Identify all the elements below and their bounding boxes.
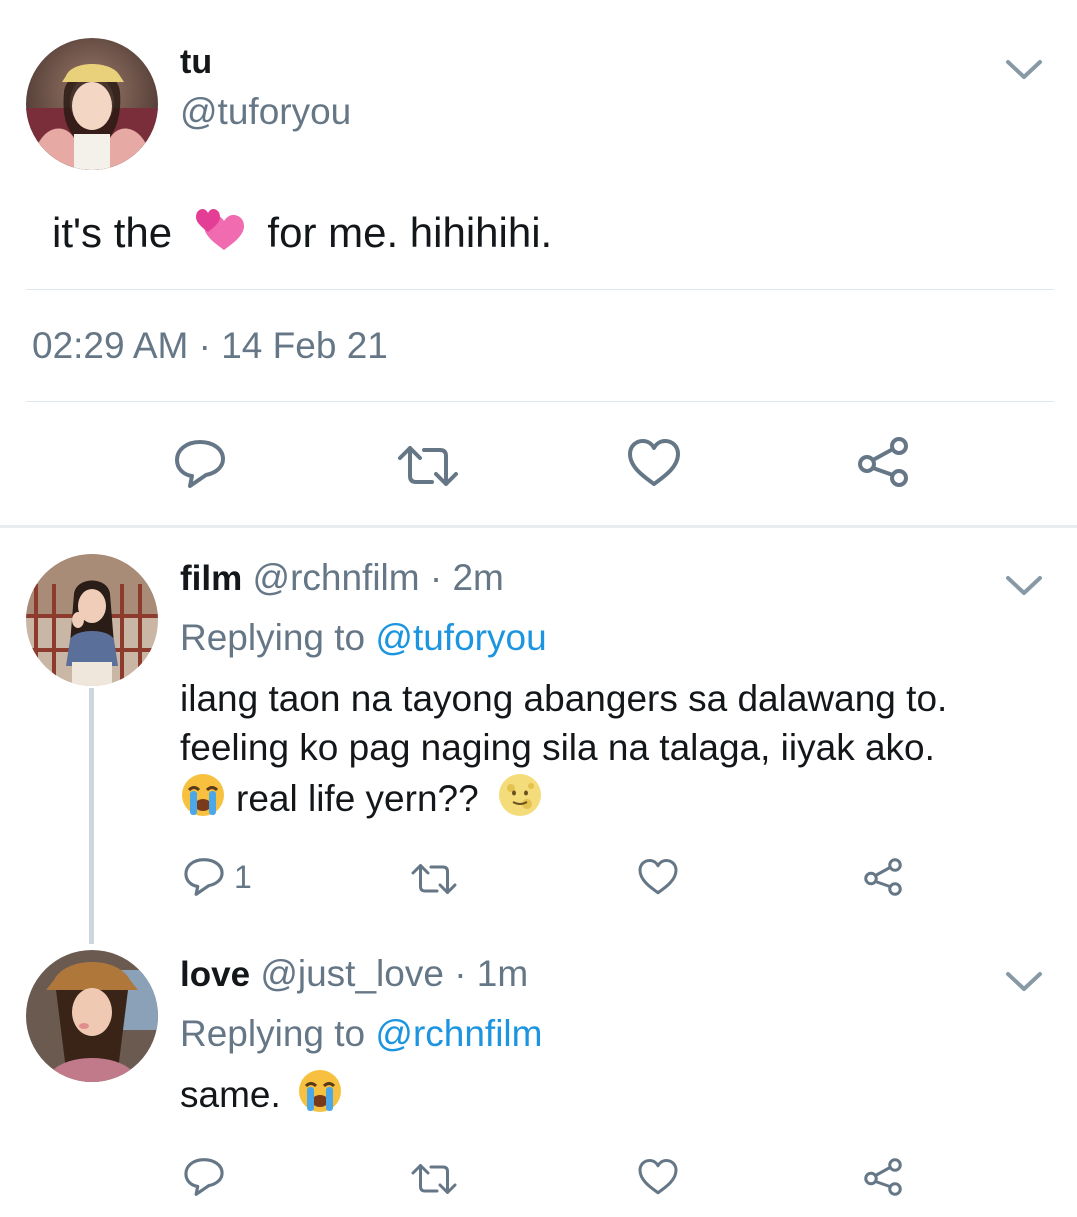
thread-line xyxy=(89,688,94,944)
reply-header: film @rchnfilm · 2m xyxy=(180,556,504,601)
crying-face-icon xyxy=(180,772,226,830)
retweet-button[interactable] xyxy=(410,862,458,896)
tweet-text-start: it's the xyxy=(52,209,173,257)
avatar[interactable] xyxy=(26,38,158,170)
chevron-down-icon xyxy=(1004,574,1044,598)
share-icon xyxy=(862,857,904,897)
date: 14 Feb 21 xyxy=(221,325,388,366)
reply-text: same. xyxy=(180,1068,343,1126)
reply-button[interactable] xyxy=(182,1156,226,1198)
reply-tweet: film @rchnfilm · 2m Replying to @tuforyo… xyxy=(0,528,1077,944)
full-moon-face-icon xyxy=(497,772,543,830)
share-button[interactable] xyxy=(862,857,904,897)
separator: · xyxy=(198,325,211,366)
more-options-button[interactable] xyxy=(1004,970,1044,994)
replying-prefix: Replying to xyxy=(180,1013,366,1054)
share-icon xyxy=(862,1157,904,1197)
chevron-down-icon xyxy=(1004,58,1044,82)
display-name[interactable]: love xyxy=(180,955,250,994)
heart-icon xyxy=(626,438,682,488)
handle[interactable]: @tuforyou xyxy=(180,90,351,134)
reply-text: ilang taon na tayong abangers sa dalawan… xyxy=(180,674,947,830)
reply-icon xyxy=(182,856,226,898)
replying-to: Replying to @tuforyou xyxy=(180,616,547,660)
retweet-icon xyxy=(410,862,458,896)
reply-count: 1 xyxy=(234,858,252,895)
crying-face-icon xyxy=(297,1068,343,1126)
tweet-text-end: for me. hihihihi. xyxy=(267,209,553,257)
replying-to-link[interactable]: @tuforyou xyxy=(375,617,546,658)
heart-icon xyxy=(637,858,679,896)
share-button[interactable] xyxy=(855,436,911,488)
reply-text-line: same. xyxy=(180,1073,281,1115)
chevron-down-icon xyxy=(1004,970,1044,994)
reply-button[interactable]: 1 xyxy=(182,856,252,898)
time: 02:29 AM xyxy=(32,325,189,366)
like-button[interactable] xyxy=(637,1158,679,1196)
reply-text-line-3: real life yern?? xyxy=(180,772,947,830)
reply-text-line: feeling ko pag naging sila na talaga, ii… xyxy=(180,727,935,768)
retweet-icon xyxy=(410,1162,458,1196)
avatar[interactable] xyxy=(26,950,158,1082)
handle[interactable]: @just_love xyxy=(260,953,444,994)
replying-prefix: Replying to xyxy=(180,617,366,658)
reply-time[interactable]: · 1m xyxy=(454,953,528,994)
reply-time[interactable]: · 2m xyxy=(430,557,504,598)
heart-icon xyxy=(637,1158,679,1196)
more-options-button[interactable] xyxy=(1004,58,1044,82)
handle[interactable]: @rchnfilm xyxy=(253,557,420,598)
two-hearts-icon xyxy=(194,206,246,266)
reply-text-line: ilang taon na tayong abangers sa dalawan… xyxy=(180,678,948,719)
reply-header: love @just_love · 1m xyxy=(180,952,528,997)
share-button[interactable] xyxy=(862,1157,904,1197)
share-icon xyxy=(855,436,911,488)
reply-icon xyxy=(182,1156,226,1198)
replying-to-link[interactable]: @rchnfilm xyxy=(375,1013,542,1054)
replying-to: Replying to @rchnfilm xyxy=(180,1012,542,1056)
divider xyxy=(26,289,1054,290)
main-tweet: tu @tuforyou it's the for me. hihihihi. … xyxy=(0,0,1077,525)
display-name[interactable]: tu xyxy=(180,42,212,82)
divider xyxy=(26,401,1054,402)
reply-text-end: real life yern?? xyxy=(236,777,479,819)
reply-tweet: love @just_love · 1m Replying to @rchnfi… xyxy=(0,938,1077,1217)
more-options-button[interactable] xyxy=(1004,574,1044,598)
reply-icon xyxy=(172,438,228,490)
retweet-button[interactable] xyxy=(396,444,460,488)
retweet-icon xyxy=(396,444,460,488)
reply-button[interactable] xyxy=(172,438,228,490)
retweet-button[interactable] xyxy=(410,1162,458,1196)
tweet-text: it's the for me. hihihihi. xyxy=(52,206,552,266)
display-name[interactable]: film xyxy=(180,559,242,598)
tweet-timestamp[interactable]: 02:29 AM · 14 Feb 21 xyxy=(32,324,388,368)
avatar[interactable] xyxy=(26,554,158,686)
like-button[interactable] xyxy=(626,438,682,488)
like-button[interactable] xyxy=(637,858,679,896)
